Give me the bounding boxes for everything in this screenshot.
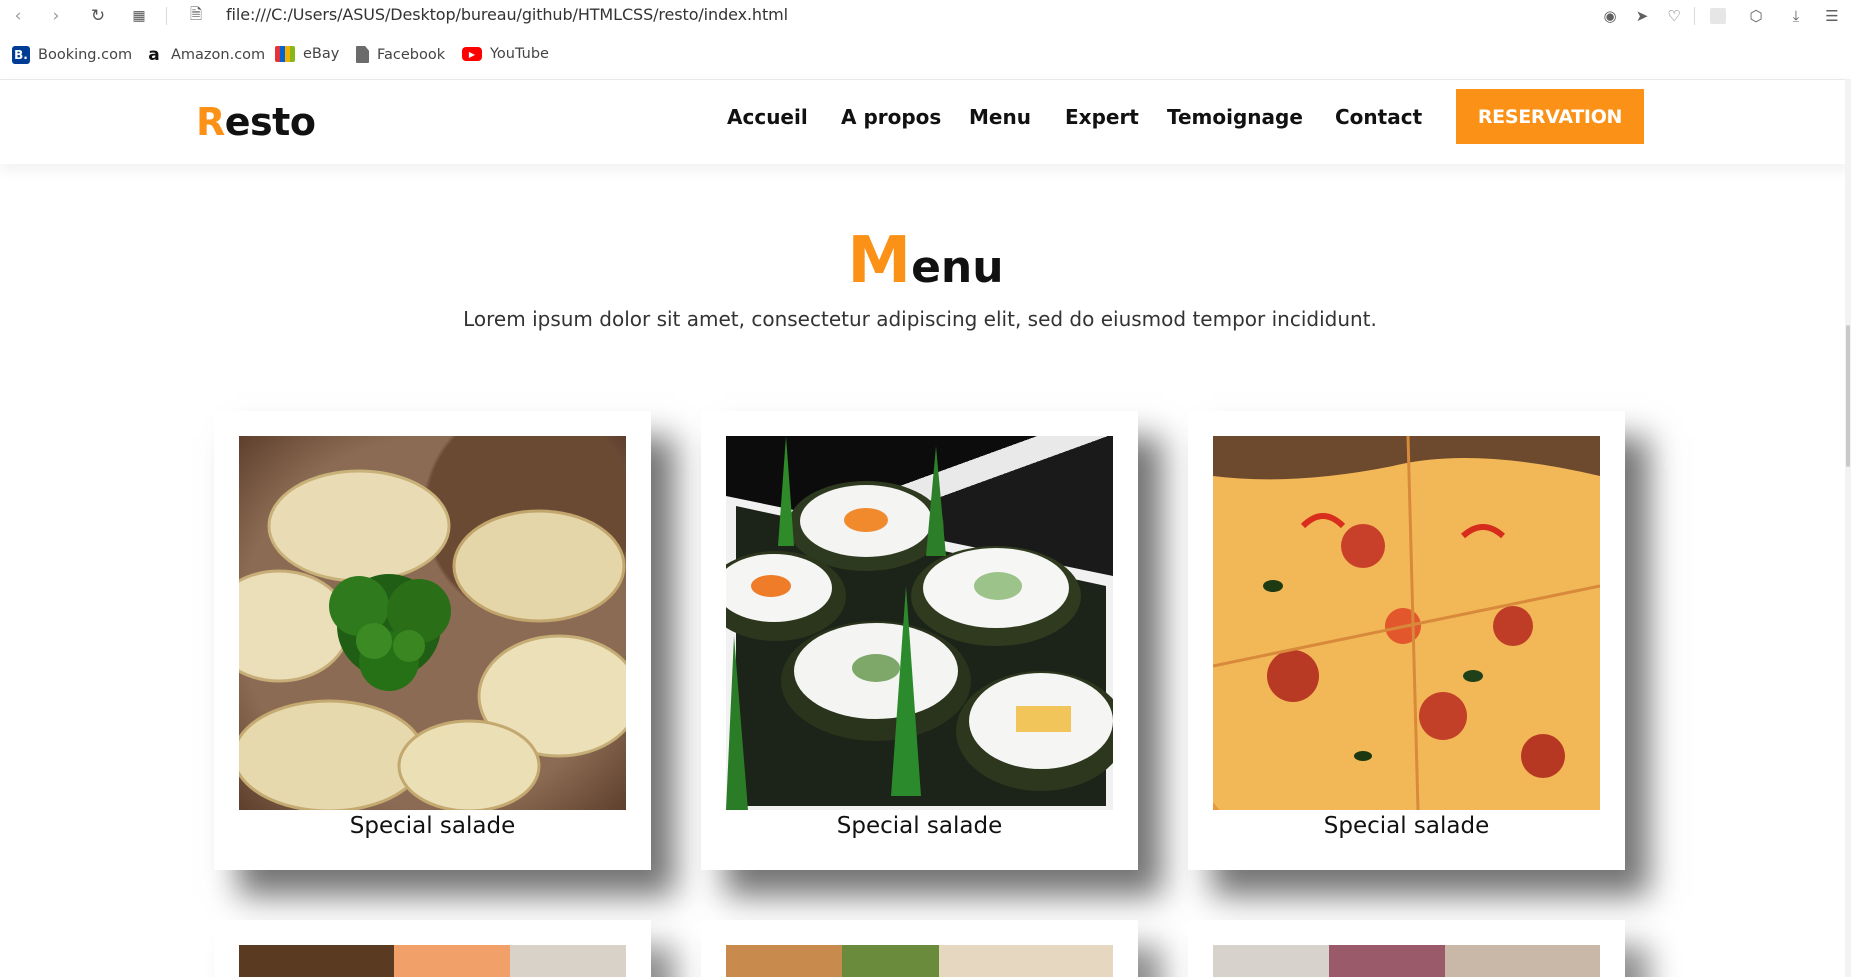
nav-accueil[interactable]: Accueil <box>727 105 808 129</box>
bookmark-ebay[interactable]: eBay <box>275 46 339 62</box>
nav-menu[interactable]: Menu <box>969 105 1031 129</box>
menu-card[interactable]: Special salade <box>701 411 1138 870</box>
extension-icon[interactable] <box>1706 4 1730 28</box>
card-caption: Special salade <box>836 813 1003 839</box>
sushi-illustration <box>726 436 1113 810</box>
browser-toolbar: ‹ › ↻ ▦ 🗎 file:///C:/Users/ASUS/Desktop/… <box>0 0 1851 32</box>
menu-title: Menu <box>0 224 1851 298</box>
bookmark-youtube[interactable]: ▶ YouTube <box>462 46 549 62</box>
back-icon[interactable]: ‹ <box>6 4 30 28</box>
amazon-icon: a <box>148 45 160 65</box>
nav-contact[interactable]: Contact <box>1335 105 1422 129</box>
ebay-icon <box>275 46 295 62</box>
site-logo[interactable]: Resto <box>196 100 316 144</box>
download-icon[interactable]: ⤓ <box>1784 4 1808 28</box>
bookmark-label: Facebook <box>377 46 446 63</box>
page-scrollbar[interactable] <box>1845 79 1851 977</box>
tabs-grid-icon[interactable]: ▦ <box>127 4 151 28</box>
cube-icon[interactable]: ⬡ <box>1744 4 1768 28</box>
youtube-icon: ▶ <box>462 47 482 61</box>
dumplings-image <box>239 436 626 810</box>
toolbar-divider <box>1694 7 1695 25</box>
send-icon[interactable]: ➤ <box>1630 4 1654 28</box>
reservation-button[interactable]: RESERVATION <box>1456 89 1644 144</box>
bookmark-label: Amazon.com <box>171 47 266 63</box>
nav-temoignage[interactable]: Temoignage <box>1167 105 1303 129</box>
site-header: Resto Accueil A propos Menu Expert Temoi… <box>0 79 1851 164</box>
dumplings-illustration <box>239 469 626 810</box>
bookmark-label: Booking.com <box>38 47 133 63</box>
card-caption: Special salade <box>1323 813 1490 839</box>
scrollbar-thumb[interactable] <box>1846 325 1850 467</box>
menu-title-rest: enu <box>911 242 1004 293</box>
bookmark-amazon[interactable]: a Amazon.com <box>145 45 266 65</box>
logo-accent-letter: R <box>196 100 225 144</box>
sushi-image <box>726 436 1113 810</box>
booking-icon: B. <box>12 46 30 64</box>
menu-card[interactable]: Special salade <box>1188 411 1625 870</box>
menu-subtitle: Lorem ipsum dolor sit amet, consectetur … <box>463 307 1377 331</box>
food-image <box>1213 945 1600 977</box>
heart-icon[interactable]: ♡ <box>1662 4 1686 28</box>
logo-text: esto <box>224 100 316 144</box>
nav-expert[interactable]: Expert <box>1065 105 1139 129</box>
card-caption: Special salade <box>349 813 516 839</box>
toolbar-divider <box>166 7 167 25</box>
menu-card[interactable] <box>1188 920 1625 977</box>
settings-sliders-icon[interactable]: ☰ <box>1820 4 1844 28</box>
pizza-illustration <box>1213 436 1600 810</box>
bookmark-label: eBay <box>303 46 340 62</box>
bookmark-facebook[interactable]: Facebook <box>356 46 445 63</box>
pizza-image <box>1213 436 1600 810</box>
food-image <box>726 945 1113 977</box>
file-icon <box>356 46 369 63</box>
reload-icon[interactable]: ↻ <box>86 4 110 28</box>
bookmark-label: YouTube <box>490 46 549 62</box>
food-image <box>239 945 626 977</box>
menu-title-accent: M <box>847 224 912 298</box>
menu-card[interactable] <box>214 920 651 977</box>
bookmarks-bar: B. Booking.com a Amazon.com eBay Faceboo… <box>0 38 1851 72</box>
forward-icon[interactable]: › <box>44 4 68 28</box>
menu-card[interactable] <box>701 920 1138 977</box>
nav-a-propos[interactable]: A propos <box>841 105 941 129</box>
address-bar[interactable]: file:///C:/Users/ASUS/Desktop/bureau/git… <box>226 5 788 24</box>
camera-icon[interactable]: ◉ <box>1598 4 1622 28</box>
page-icon: 🗎 <box>189 4 203 23</box>
bookmark-booking[interactable]: B. Booking.com <box>12 46 132 64</box>
menu-card[interactable]: Special salade <box>214 411 651 870</box>
